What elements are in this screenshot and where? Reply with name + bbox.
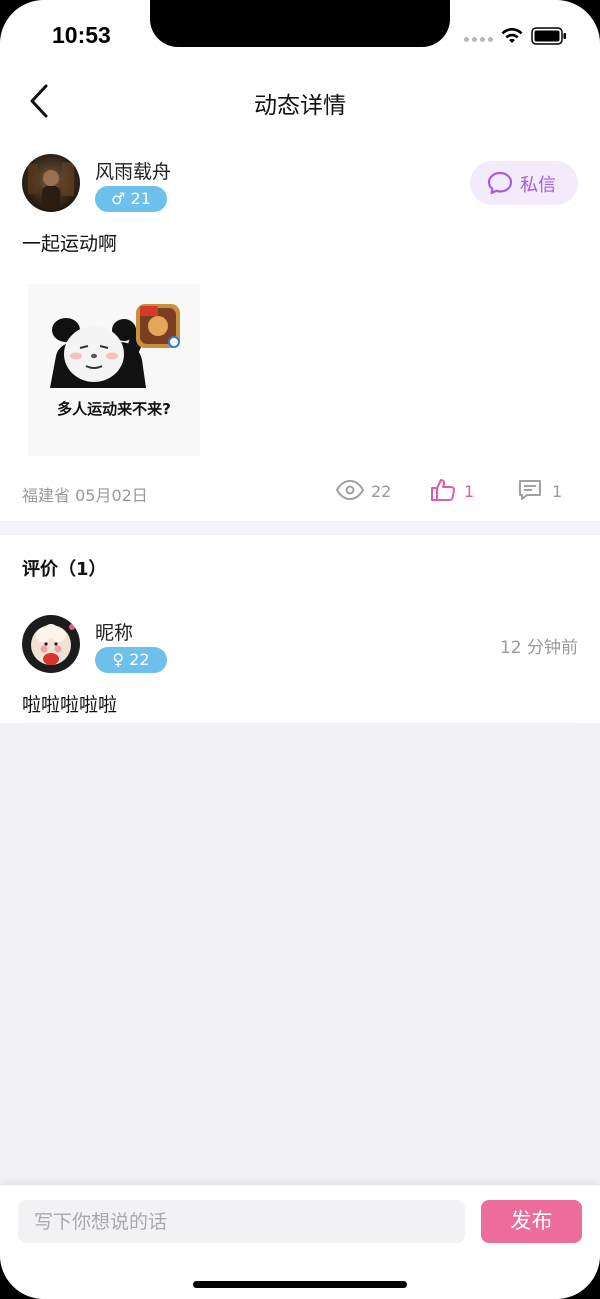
wifi-icon (501, 28, 523, 43)
status-time: 10:53 (52, 22, 111, 48)
commenter-avatar[interactable] (22, 615, 80, 673)
page-title: 动态详情 (254, 93, 346, 119)
panda-meme-image (50, 304, 180, 388)
views-count: 22 (371, 482, 392, 501)
eye-icon (335, 479, 365, 501)
views-stat: 22 (335, 478, 395, 504)
author-avatar[interactable] (22, 154, 80, 212)
comment-icon (519, 480, 541, 500)
like-button[interactable]: 1 (430, 478, 480, 504)
divider (22, 723, 578, 724)
image-caption: 多人运动来不来? (57, 400, 171, 418)
battery-icon (531, 27, 566, 45)
status-bar: 10:53 (0, 0, 600, 70)
comment-input-bar: 发布 (0, 1184, 600, 1299)
post-card: 风雨载舟 ♂ 21 私信 一起运动啊 多人运动来不来? 福建省 05月02日 2… (0, 132, 600, 521)
comment-stat[interactable]: 1 (518, 478, 568, 504)
thumbs-up-icon (431, 479, 456, 501)
commenter-name[interactable]: 昵称 (95, 618, 133, 645)
comment-time: 12 分钟前 (499, 638, 578, 658)
author-name[interactable]: 风雨载舟 (95, 157, 171, 184)
comments-header: 评价（1） (22, 559, 107, 580)
commenter-gender-age-badge: ♀ 22 (95, 647, 167, 673)
notch (150, 0, 450, 47)
likes-count: 1 (464, 482, 475, 501)
location-date: 福建省 05月02日 (22, 486, 148, 505)
publish-button[interactable]: 发布 (481, 1200, 582, 1243)
post-image[interactable]: 多人运动来不来? (28, 284, 200, 456)
comment-input[interactable] (18, 1200, 465, 1243)
post-text: 一起运动啊 (22, 233, 118, 255)
comment-text: 啦啦啦啦啦 (22, 694, 118, 716)
comments-section: 评价（1） 昵称 ♀ 22 12 分钟前 啦啦啦啦啦 (0, 535, 600, 724)
private-message-label: 私信 (520, 175, 556, 196)
home-indicator (193, 1281, 407, 1288)
chat-bubble-icon (487, 171, 513, 195)
phone-screen: 10:53 动态详情 风雨载舟 ♂ 21 私信 一起运动啊 多人运动来不来? 福… (0, 0, 600, 1299)
comments-count: 1 (552, 482, 563, 501)
nav-bar: 动态详情 (0, 70, 600, 132)
private-message-button[interactable]: 私信 (470, 161, 578, 205)
gender-age-badge: ♂ 21 (95, 186, 167, 212)
signal-icon (464, 37, 494, 43)
status-icons (464, 27, 574, 45)
